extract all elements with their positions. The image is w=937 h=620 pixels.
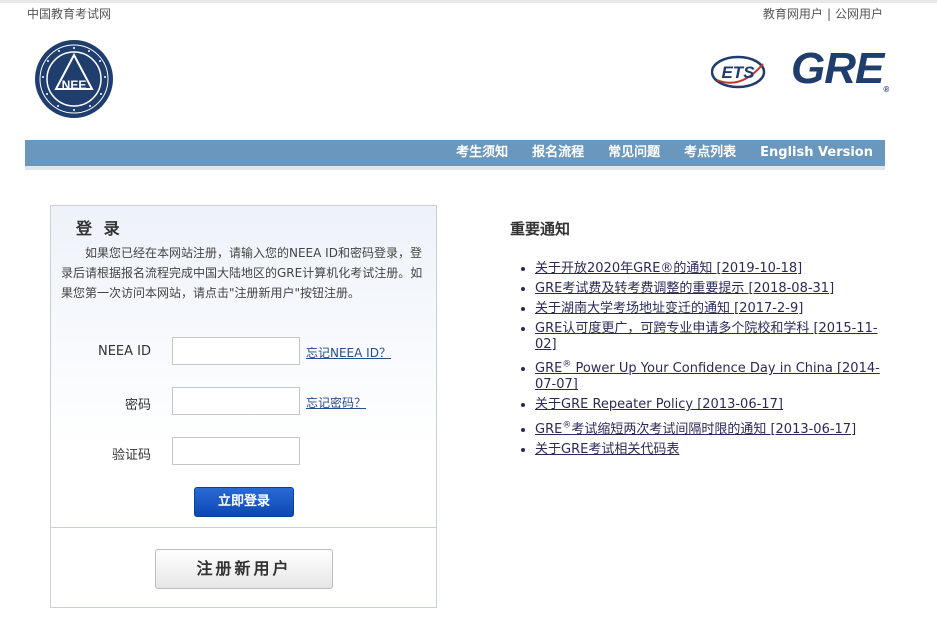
notice-link[interactable]: 关于湖南大学考场地址变迁的通知 [2017-2-9]: [535, 301, 803, 316]
nav-test-center-list[interactable]: 考点列表: [684, 140, 736, 166]
notice-link[interactable]: 关于开放2020年GRE®的通知 [2019-10-18]: [535, 261, 802, 276]
registered-mark: ®: [562, 420, 572, 431]
neea-id-input[interactable]: [172, 337, 300, 365]
gre-logo: GRE®: [791, 44, 889, 94]
login-divider: [51, 527, 436, 528]
forgot-neea-id-link[interactable]: 忘记NEEA ID？: [306, 344, 391, 361]
login-description: 如果您已经在本网站注册，请输入您的NEEA ID和密码登录，登录后请根据报名流程…: [61, 246, 423, 300]
forgot-password-link[interactable]: 忘记密码？: [306, 394, 366, 411]
notice-link[interactable]: GRE® Power Up Your Confidence Day in Chi…: [535, 360, 880, 393]
nav-faq[interactable]: 常见问题: [608, 140, 660, 166]
captcha-input[interactable]: [172, 437, 300, 465]
registered-mark: ®: [562, 360, 572, 370]
notice-item: 关于开放2020年GRE®的通知 [2019-10-18]: [535, 261, 895, 277]
notice-item: GRE考试费及转考费调整的重要提示 [2018-08-31]: [535, 281, 895, 297]
site-name[interactable]: 中国教育考试网: [27, 5, 111, 22]
captcha-label: 验证码: [111, 448, 151, 463]
neea-logo: NEE: [35, 40, 113, 118]
notice-link-text: GRE: [535, 361, 563, 377]
notice-item: GRE®考试缩短两次考试间隔时限的通知 [2013-06-17]: [535, 417, 895, 437]
notice-link[interactable]: 关于GRE考试相关代码表: [535, 442, 679, 457]
nav-candidate-notice[interactable]: 考生须知: [456, 140, 508, 166]
notice-link-text: GRE: [535, 421, 563, 437]
notice-item: 关于GRE Repeater Policy [2013-06-17]: [535, 397, 895, 413]
password-input[interactable]: [172, 387, 300, 415]
edu-user-link[interactable]: 教育网用户: [763, 7, 823, 21]
notice-item: GRE认可度更广，可跨专业申请多个院校和学科 [2015-11-02]: [535, 321, 895, 353]
neea-id-label: NEEA ID: [97, 344, 151, 359]
public-user-link[interactable]: 公网用户: [835, 7, 883, 21]
notice-link[interactable]: GRE考试费及转考费调整的重要提示 [2018-08-31]: [535, 281, 834, 296]
notice-link-text: Power Up Your Confidence Day in China [2…: [535, 361, 880, 393]
notice-item: 关于湖南大学考场地址变迁的通知 [2017-2-9]: [535, 301, 895, 317]
notices-list: 关于开放2020年GRE®的通知 [2019-10-18] GRE考试费及转考费…: [518, 261, 895, 462]
ets-logo-text: ETS: [721, 63, 755, 82]
password-label: 密码: [124, 398, 151, 413]
nav-english-version[interactable]: English Version: [760, 140, 873, 166]
ets-logo: ETS: [711, 55, 766, 89]
notice-link-text: 考试缩短两次考试间隔时限的通知 [2013-06-17]: [571, 421, 857, 437]
user-links-separator: |: [826, 7, 831, 21]
notices-title: 重要通知: [510, 220, 571, 238]
neea-logo-text: NEE: [62, 78, 87, 92]
notice-item: 关于GRE考试相关代码表: [535, 442, 895, 458]
login-button[interactable]: 立即登录: [194, 487, 294, 517]
notice-link[interactable]: GRE®考试缩短两次考试间隔时限的通知 [2013-06-17]: [535, 420, 857, 437]
top-border: [0, 0, 937, 3]
main-nav: 考生须知 报名流程 常见问题 考点列表 English Version: [25, 140, 885, 170]
register-button[interactable]: 注册新用户: [155, 549, 333, 589]
notice-link[interactable]: 关于GRE Repeater Policy [2013-06-17]: [535, 397, 783, 412]
login-panel: 登 录 如果您已经在本网站注册，请输入您的NEEA ID和密码登录，登录后请根据…: [50, 205, 437, 608]
nav-items: 考生须知 报名流程 常见问题 考点列表 English Version: [432, 140, 873, 166]
login-title: 登 录: [76, 219, 123, 238]
user-links: 教育网用户 | 公网用户: [763, 5, 883, 22]
notice-link[interactable]: GRE认可度更广，可跨专业申请多个院校和学科 [2015-11-02]: [535, 321, 878, 352]
nav-registration-process[interactable]: 报名流程: [532, 140, 584, 166]
gre-logo-text: GRE: [791, 44, 884, 93]
notice-item: GRE® Power Up Your Confidence Day in Chi…: [535, 357, 895, 393]
